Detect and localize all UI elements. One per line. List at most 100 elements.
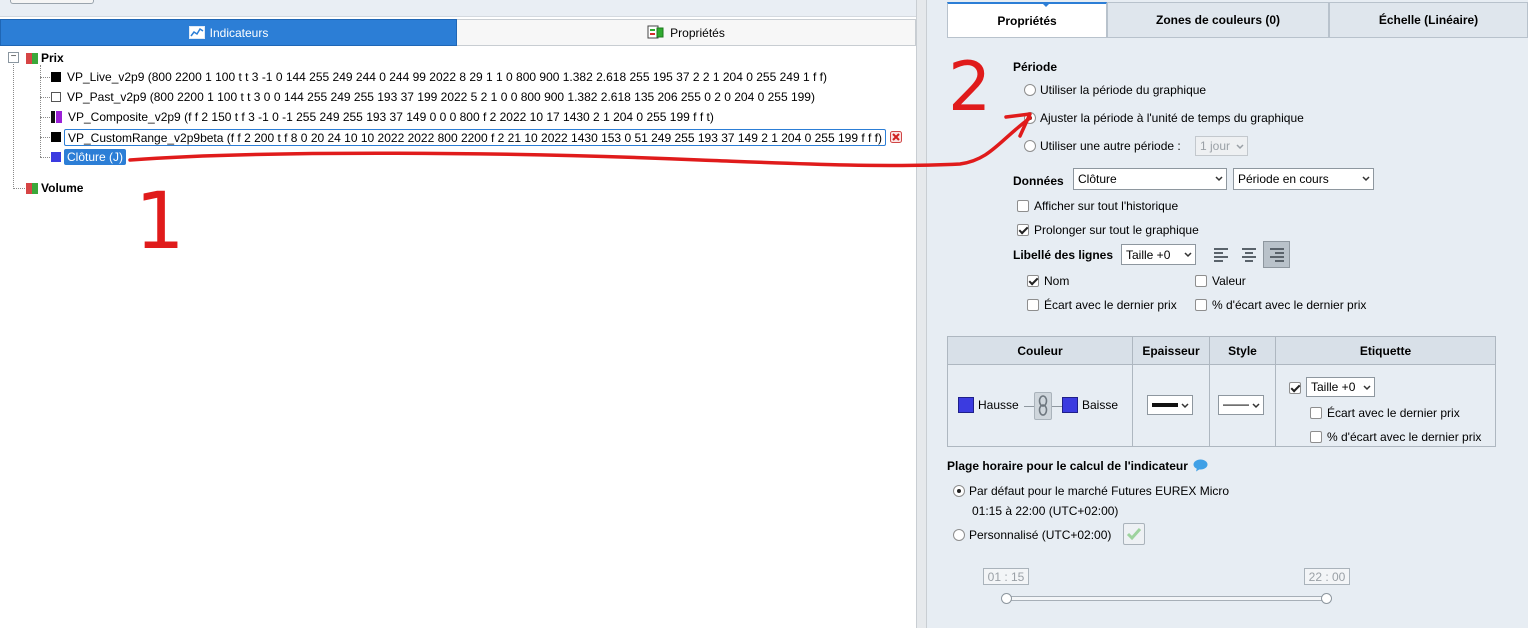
style-table: Couleur Epaisseur Style Etiquette Hausse… (947, 336, 1496, 447)
tree-guide-item-3 (40, 137, 50, 138)
etiquette-size-select[interactable]: Taille +0 (1306, 377, 1375, 397)
tree-node-prix[interactable]: Prix (26, 50, 64, 66)
epaisseur-select[interactable] (1147, 395, 1193, 415)
chevron-down-icon (1362, 176, 1370, 182)
align-left-button[interactable] (1207, 241, 1234, 268)
tree-item-label: VP_Composite_v2p9 (f f 2 150 t f 3 -1 0 … (68, 110, 714, 124)
autre-periode-select[interactable]: 1 jour (1195, 136, 1248, 156)
tree-guide-item-2 (40, 117, 50, 118)
baisse-color-swatch[interactable] (1062, 397, 1078, 413)
tab-echelle[interactable]: Échelle (Linéaire) (1329, 2, 1528, 38)
checkbox-nom[interactable] (1027, 275, 1039, 287)
checkbox-etiquette-pct[interactable] (1310, 431, 1322, 443)
delete-icon[interactable] (890, 131, 902, 143)
tab-indicators[interactable]: Indicateurs (0, 19, 457, 46)
checkbox-extend[interactable] (1017, 224, 1029, 236)
autre-periode-value: 1 jour (1200, 139, 1231, 153)
libelle-size-select[interactable]: Taille +0 (1121, 244, 1196, 265)
left-top-button[interactable] (10, 0, 94, 4)
thick-line-icon (1152, 403, 1178, 407)
hausse-color-swatch[interactable] (958, 397, 974, 413)
info-bubble-icon[interactable] (1193, 459, 1208, 472)
checkbox-ecart[interactable] (1027, 299, 1039, 311)
hausse-label: Hausse (978, 398, 1019, 412)
header-epaisseur: Epaisseur (1133, 337, 1210, 365)
periode-opt1-label: Utiliser la période du graphique (1040, 83, 1207, 97)
chevron-down-icon (1363, 385, 1371, 391)
checkbox-etiquette-ecart[interactable] (1310, 407, 1322, 419)
checkbox-valeur[interactable] (1195, 275, 1207, 287)
donnees-source-value: Clôture (1078, 172, 1117, 186)
radio-periode-ajuster[interactable] (1024, 112, 1036, 124)
tab-properties-left-label: Propriétés (670, 25, 725, 40)
epaisseur-cell (1133, 365, 1210, 446)
tab-zones-couleurs[interactable]: Zones de couleurs (0) (1107, 2, 1329, 38)
libelle-size-value: Taille +0 (1126, 247, 1171, 262)
periode-label: Période (1013, 60, 1058, 74)
tree-item-vp-customrange[interactable]: VP_CustomRange_v2p9beta (f f 2 200 t f 8… (51, 128, 902, 146)
align-left-icon (1213, 246, 1228, 264)
tab-proprietes-label: Propriétés (997, 13, 1057, 28)
nom-label: Nom (1044, 274, 1070, 288)
indicator-tree: − Prix VP_Live_v2p9 (800 2200 1 100 t t … (0, 47, 916, 628)
tab-proprietes[interactable]: Propriétés (947, 2, 1107, 38)
properties-pane: Propriétés Zones de couleurs (0) Échelle… (927, 0, 1528, 628)
line-style-select[interactable] (1218, 395, 1264, 415)
align-right-button[interactable] (1263, 241, 1290, 268)
chevron-down-icon (1215, 176, 1223, 182)
valeur-label: Valeur (1212, 274, 1246, 288)
plage-custom-label: Personnalisé (UTC+02:00) (969, 528, 1112, 542)
etiquette-size-value: Taille +0 (1311, 380, 1356, 394)
start-time-box[interactable]: 01 : 15 (983, 568, 1029, 585)
radio-plage-default[interactable] (953, 485, 965, 497)
extend-label: Prolonger sur tout le graphique (1034, 223, 1199, 237)
checkbox-etiquette[interactable] (1289, 382, 1301, 394)
checkbox-history[interactable] (1017, 200, 1029, 212)
style-cell (1210, 365, 1276, 446)
tree-guide-prix (40, 65, 41, 157)
pct-ecart-label: % d'écart avec le dernier prix (1212, 298, 1367, 312)
left-top-strip (0, 0, 916, 17)
donnees-period-select[interactable]: Période en cours (1233, 168, 1374, 190)
radio-periode-graphique[interactable] (1024, 84, 1036, 96)
plage-default-label: Par défaut pour le marché Futures EUREX … (969, 484, 1230, 498)
tree-item-vp-past[interactable]: VP_Past_v2p9 (800 2200 1 100 t t 3 0 0 1… (51, 89, 818, 105)
header-style: Style (1210, 337, 1276, 365)
end-time-handle[interactable] (1321, 593, 1332, 604)
link-colors-button[interactable] (1034, 392, 1052, 420)
left-tabs: Indicateurs Propriétés (0, 19, 916, 46)
vp-live-color-icon (51, 72, 61, 82)
plage-label-text: Plage horaire pour le calcul de l'indica… (947, 459, 1188, 473)
tree-node-volume[interactable]: Volume (26, 180, 83, 196)
plage-default-hours: 01:15 à 22:00 (UTC+02:00) (972, 504, 1119, 518)
align-center-button[interactable] (1235, 241, 1262, 268)
check-icon (1126, 528, 1142, 541)
chevron-down-icon (1181, 403, 1189, 409)
pane-splitter[interactable] (916, 0, 927, 628)
tree-item-cloture[interactable]: Clôture (J) (51, 149, 127, 165)
tab-properties-left[interactable]: Propriétés (457, 19, 916, 46)
tab-zones-label: Zones de couleurs (0) (1155, 13, 1281, 27)
properties-icon (647, 25, 664, 39)
checkbox-pct-ecart[interactable] (1195, 299, 1207, 311)
start-time-handle[interactable] (1001, 593, 1012, 604)
tree-item-label: VP_Live_v2p9 (800 2200 1 100 t t 3 -1 0 … (67, 70, 827, 84)
end-time-box[interactable]: 22 : 00 (1304, 568, 1350, 585)
radio-periode-autre[interactable] (1024, 140, 1036, 152)
tree-guide-item-0 (40, 77, 50, 78)
time-range-slider[interactable] (1007, 596, 1327, 601)
tree-guide-item-4 (40, 157, 50, 158)
libelle-label: Libellé des lignes (1013, 248, 1114, 262)
prix-expander[interactable]: − (8, 52, 19, 63)
tree-item-vp-live[interactable]: VP_Live_v2p9 (800 2200 1 100 t t 3 -1 0 … (51, 69, 830, 85)
header-couleur: Couleur (948, 337, 1133, 365)
apply-custom-button[interactable] (1123, 523, 1145, 545)
radio-plage-custom[interactable] (953, 529, 965, 541)
tab-echelle-label: Échelle (Linéaire) (1378, 13, 1479, 27)
donnees-period-value: Période en cours (1238, 172, 1329, 186)
chevron-down-icon (1252, 403, 1260, 409)
tree-item-vp-composite[interactable]: VP_Composite_v2p9 (f f 2 150 t f 3 -1 0 … (51, 109, 717, 125)
donnees-source-select[interactable]: Clôture (1073, 168, 1227, 190)
solid-line-icon (1223, 404, 1249, 406)
properties-tabs: Propriétés Zones de couleurs (0) Échelle… (947, 2, 1528, 38)
